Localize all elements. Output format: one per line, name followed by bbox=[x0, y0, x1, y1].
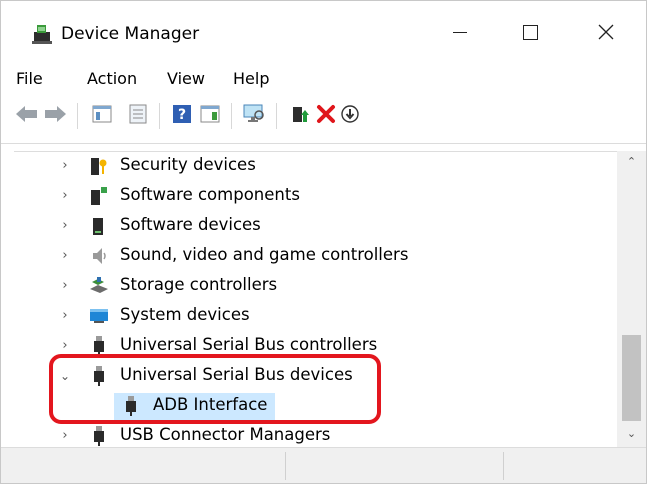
properties-icon bbox=[129, 104, 147, 124]
expand-chevron-icon[interactable]: › bbox=[58, 157, 72, 175]
tree-row-label: System devices bbox=[120, 305, 250, 324]
action-pane-icon bbox=[200, 105, 220, 123]
scan-hardware-icon bbox=[243, 104, 264, 122]
expand-chevron-icon[interactable]: › bbox=[58, 337, 72, 355]
back-button[interactable] bbox=[14, 101, 40, 127]
expand-chevron-icon[interactable]: › bbox=[58, 217, 72, 235]
toolbar-separator bbox=[276, 103, 277, 129]
uninstall-button[interactable] bbox=[313, 101, 339, 127]
status-divider bbox=[285, 452, 286, 480]
tree-row-label: Storage controllers bbox=[120, 275, 278, 294]
tree-row-label: Security devices bbox=[120, 155, 256, 174]
minimize-icon bbox=[453, 31, 467, 33]
forward-button[interactable] bbox=[42, 101, 68, 127]
svg-text:?: ? bbox=[178, 107, 186, 123]
back-arrow-icon bbox=[16, 106, 37, 122]
expand-chevron-icon[interactable]: › bbox=[58, 187, 72, 205]
maximize-button[interactable] bbox=[495, 1, 565, 63]
menu-bar: File Action View Help bbox=[1, 63, 646, 93]
status-divider bbox=[503, 452, 504, 480]
speaker-icon bbox=[93, 248, 106, 264]
toolbar-separator bbox=[77, 103, 78, 129]
tree-row-system-devices[interactable]: › System devices bbox=[14, 302, 614, 332]
show-hide-tree-button[interactable] bbox=[89, 101, 115, 127]
menu-help[interactable]: Help bbox=[233, 69, 269, 88]
minimize-button[interactable] bbox=[425, 1, 495, 63]
disable-device-icon bbox=[341, 105, 359, 123]
menu-action[interactable]: Action bbox=[87, 69, 137, 88]
help-button[interactable]: ? bbox=[169, 101, 195, 127]
usb-plug-icon bbox=[94, 426, 104, 446]
maximize-icon bbox=[522, 24, 538, 40]
toolbar-separator bbox=[159, 103, 160, 129]
tree-row-security-devices[interactable]: › Security devices bbox=[14, 152, 614, 182]
uninstall-icon bbox=[317, 105, 335, 123]
expand-chevron-icon[interactable]: › bbox=[58, 247, 72, 265]
close-button[interactable] bbox=[566, 1, 646, 63]
tree-row-label: Sound, video and game controllers bbox=[120, 245, 409, 264]
forward-arrow-icon bbox=[45, 106, 66, 122]
software-device-icon bbox=[93, 218, 103, 235]
status-bar bbox=[1, 447, 646, 483]
tree-row-storage-controllers[interactable]: › Storage controllers bbox=[14, 272, 614, 302]
tree-row-sound-video-game[interactable]: › Sound, video and game controllers bbox=[14, 242, 614, 272]
system-devices-icon bbox=[90, 309, 108, 323]
action-pane-button[interactable] bbox=[197, 101, 223, 127]
toolbar: ? bbox=[1, 93, 646, 144]
annotation-highlight bbox=[49, 354, 381, 424]
software-component-icon bbox=[91, 187, 107, 205]
scroll-up-icon[interactable]: ⌃ bbox=[617, 151, 646, 173]
expand-chevron-icon[interactable]: › bbox=[58, 307, 72, 325]
tree-row-software-components[interactable]: › Software components bbox=[14, 182, 614, 212]
show-hide-tree-icon bbox=[92, 105, 112, 123]
scrollbar-thumb[interactable] bbox=[622, 335, 641, 421]
expand-chevron-icon[interactable]: › bbox=[58, 277, 72, 295]
menu-file[interactable]: File bbox=[16, 69, 43, 88]
tree-row-label: Software devices bbox=[120, 215, 261, 234]
update-driver-icon bbox=[293, 107, 309, 122]
security-device-icon bbox=[91, 158, 107, 175]
help-icon: ? bbox=[173, 105, 191, 123]
update-driver-button[interactable] bbox=[287, 101, 313, 127]
toolbar-separator bbox=[231, 103, 232, 129]
tree-row-label: USB Connector Managers bbox=[120, 425, 331, 444]
expand-chevron-icon[interactable]: › bbox=[58, 427, 72, 445]
device-manager-window: Device Manager File Action View Help ? ›… bbox=[0, 0, 647, 484]
tree-row-label: Software components bbox=[120, 185, 300, 204]
scan-hardware-button[interactable] bbox=[241, 101, 267, 127]
tree-row-software-devices[interactable]: › Software devices bbox=[14, 212, 614, 242]
menu-view[interactable]: View bbox=[167, 69, 205, 88]
tree-row-label: Universal Serial Bus controllers bbox=[120, 335, 378, 354]
device-manager-icon bbox=[32, 25, 52, 44]
title-bar[interactable]: Device Manager bbox=[1, 1, 646, 63]
storage-controller-icon bbox=[90, 277, 108, 293]
tree-row-usb-connector-managers[interactable]: › USB Connector Managers bbox=[14, 422, 614, 448]
vertical-scrollbar[interactable]: ⌃ ⌄ bbox=[617, 151, 646, 447]
close-icon bbox=[598, 24, 614, 40]
window-title: Device Manager bbox=[61, 24, 200, 44]
scroll-down-icon[interactable]: ⌄ bbox=[617, 423, 646, 445]
properties-button[interactable] bbox=[125, 101, 151, 127]
disable-device-button[interactable] bbox=[337, 101, 363, 127]
